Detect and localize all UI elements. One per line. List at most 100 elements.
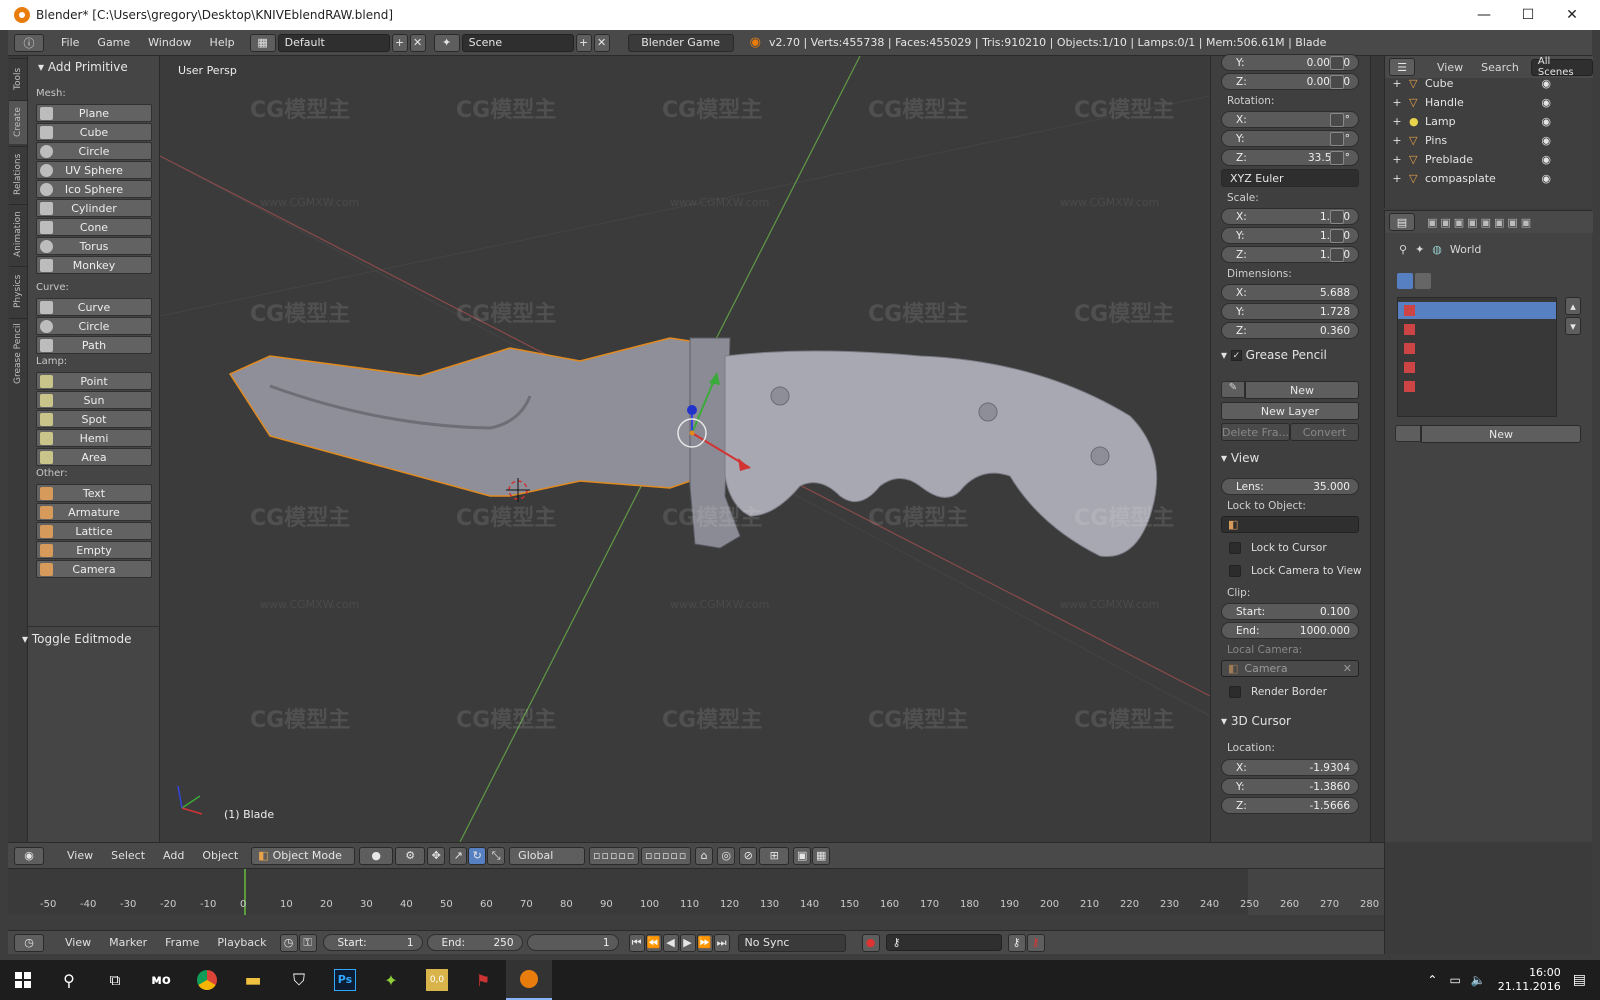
add-armature-button[interactable]: Armature (36, 503, 152, 521)
eye-icon[interactable]: ◉ (1541, 77, 1551, 90)
tab-relations[interactable]: Relations (9, 146, 27, 202)
view3d-menu-select[interactable]: Select (102, 849, 154, 862)
view3d-menu-object[interactable]: Object (193, 849, 247, 862)
maximize-button[interactable]: ☐ (1506, 0, 1550, 30)
local-camera-field[interactable]: ◧ Camera ✕ (1221, 660, 1359, 677)
add-cone-button[interactable]: Cone (36, 218, 152, 236)
tray-chevron-icon[interactable]: ⌃ (1427, 973, 1437, 987)
timeline[interactable]: -50 -40 -30 -20 -10 0 10 20 30 40 50 60 70 80 90 100 110… (8, 868, 1384, 915)
close-button[interactable]: ✕ (1550, 0, 1594, 30)
scale-icon[interactable]: ⤡ (487, 846, 506, 865)
add-area-lamp-button[interactable]: Area (36, 448, 152, 466)
add-lattice-button[interactable]: Lattice (36, 522, 152, 540)
add-uv-sphere-button[interactable]: UV Sphere (36, 161, 152, 179)
menu-window[interactable]: Window (139, 36, 200, 49)
cursor-z-field[interactable]: Z: -1.5666 (1221, 797, 1359, 814)
store-icon[interactable]: ⛉ (276, 960, 322, 1000)
expand-icon[interactable]: + (1385, 115, 1409, 128)
record-icon[interactable]: ● (861, 933, 880, 952)
scene-icon[interactable]: ✦ (433, 33, 460, 52)
expand-icon[interactable]: + (1385, 96, 1409, 109)
timeline-menu-playback[interactable]: Playback (208, 936, 275, 949)
scene-field[interactable]: Scene (461, 33, 574, 52)
outliner-item[interactable]: + ▽ compasplate ◉ (1385, 169, 1593, 188)
eye-icon[interactable]: ◉ (1541, 96, 1551, 109)
game-icon[interactable]: ✦ (368, 960, 414, 1000)
editor-type-icon[interactable]: ⓘ (14, 33, 44, 52)
proportional-edit-icon[interactable]: ◎ (717, 846, 736, 865)
outliner-item[interactable]: + ● Lamp ◉ (1385, 112, 1593, 131)
clip-start-field[interactable]: Start: 0.100 (1221, 603, 1359, 620)
mo-icon[interactable]: мо (138, 960, 184, 1000)
add-empty-button[interactable]: Empty (36, 541, 152, 559)
snap-element-select[interactable]: ⊞ (759, 846, 790, 865)
gp-new-button[interactable]: New (1245, 381, 1359, 399)
world-slot-icon[interactable] (1397, 273, 1413, 289)
pin-icon[interactable]: ⚲ (1399, 243, 1407, 256)
add-hemi-lamp-button[interactable]: Hemi (36, 429, 152, 447)
delete-keyframe-icon[interactable]: ⚷ (1026, 933, 1045, 952)
lock-icon[interactable] (1330, 151, 1344, 165)
lock-to-cursor-checkbox[interactable] (1229, 542, 1241, 554)
add-curve-circle-button[interactable]: Circle (36, 317, 152, 335)
3d-viewport[interactable]: User Persp (1) Blade CG模型主 CG模型主 CG模型主 C… (160, 56, 1210, 842)
lock-icon[interactable] (1330, 248, 1344, 262)
toggle-editmode-header[interactable]: ▾ Toggle Editmode (22, 632, 132, 646)
outliner-item[interactable]: + ▽ Cube ◉ (1385, 74, 1593, 93)
expand-icon[interactable]: + (1385, 172, 1409, 185)
knife-blade[interactable] (228, 337, 711, 497)
context-tabs-icon[interactable]: ▣▣▣▣▣▣▣▣ (1427, 216, 1534, 229)
pencil-icon[interactable]: ✎ (1221, 381, 1245, 398)
manipulator-toggle-icon[interactable]: ✥ (427, 846, 446, 865)
move-up-icon[interactable]: ▴ (1565, 297, 1581, 315)
jump-keyframe-forward-icon[interactable]: ⏩ (696, 933, 713, 952)
rotation-mode-select[interactable]: XYZ Euler (1221, 169, 1359, 187)
jump-end-icon[interactable]: ⏭ (713, 933, 730, 952)
layers-grid-1[interactable]: ▫▫▫▫▫ (589, 846, 640, 865)
render-border-checkbox[interactable] (1229, 686, 1241, 698)
dimensions-y-field[interactable]: Y: 1.728 (1221, 303, 1359, 320)
dimensions-z-field[interactable]: Z: 0.360 (1221, 322, 1359, 339)
flag-icon[interactable]: ⚑ (460, 960, 506, 1000)
texture-slot-icon[interactable] (1415, 273, 1431, 289)
lock-icon[interactable] (1330, 229, 1344, 243)
menu-help[interactable]: Help (201, 36, 244, 49)
add-cube-button[interactable]: Cube (36, 123, 152, 141)
lock-object-field[interactable]: ◧ (1221, 516, 1359, 533)
view3d-menu-add[interactable]: Add (154, 849, 193, 862)
menu-file[interactable]: File (52, 36, 88, 49)
translate-icon[interactable]: ↗ (449, 846, 468, 865)
clear-icon[interactable]: ✕ (1343, 662, 1352, 675)
add-primitive-header[interactable]: ▾ Add Primitive (38, 60, 128, 74)
keying-set-field[interactable]: ⚷ (885, 934, 1002, 951)
outliner-item[interactable]: + ▽ Handle ◉ (1385, 93, 1593, 112)
eye-icon[interactable]: ◉ (1541, 172, 1551, 185)
add-camera-button[interactable]: Camera (36, 560, 152, 578)
tab-animation[interactable]: Animation (9, 204, 27, 264)
lens-field[interactable]: Lens: 35.000 (1221, 478, 1359, 495)
gp-new-layer-button[interactable]: New Layer (1221, 402, 1359, 420)
grease-pencil-checkbox[interactable]: ✓ (1230, 350, 1242, 361)
add-curve-button[interactable]: Curve (36, 298, 152, 316)
tab-physics[interactable]: Physics (9, 266, 27, 316)
view3d-editor-icon[interactable]: ◉ (14, 846, 44, 865)
properties-editor-icon[interactable]: ▤ (1389, 213, 1415, 231)
menu-game[interactable]: Game (88, 36, 139, 49)
lock-icon[interactable] (1330, 132, 1344, 146)
lock-layers-icon[interactable]: ⌂ (695, 846, 714, 865)
current-frame-field[interactable]: 1 (526, 934, 619, 951)
orientation-select[interactable]: Global (509, 846, 586, 865)
lock-icon[interactable] (1330, 210, 1344, 224)
lock-icon[interactable] (1330, 113, 1344, 127)
cursor-y-field[interactable]: Y: -1.3860 (1221, 778, 1359, 795)
minimize-button[interactable]: — (1462, 0, 1506, 30)
add-monkey-button[interactable]: Monkey (36, 256, 152, 274)
add-path-button[interactable]: Path (36, 336, 152, 354)
pivot-select[interactable]: ⚙ (395, 846, 426, 865)
view3d-menu-view[interactable]: View (58, 849, 102, 862)
preview-range-icon[interactable]: ◷ (279, 933, 298, 952)
volume-icon[interactable]: 🔈 (1471, 973, 1486, 987)
lock-range-icon[interactable]: ⚿ (298, 933, 317, 952)
add-point-lamp-button[interactable]: Point (36, 372, 152, 390)
photoshop-icon[interactable]: Ps (322, 960, 368, 1000)
